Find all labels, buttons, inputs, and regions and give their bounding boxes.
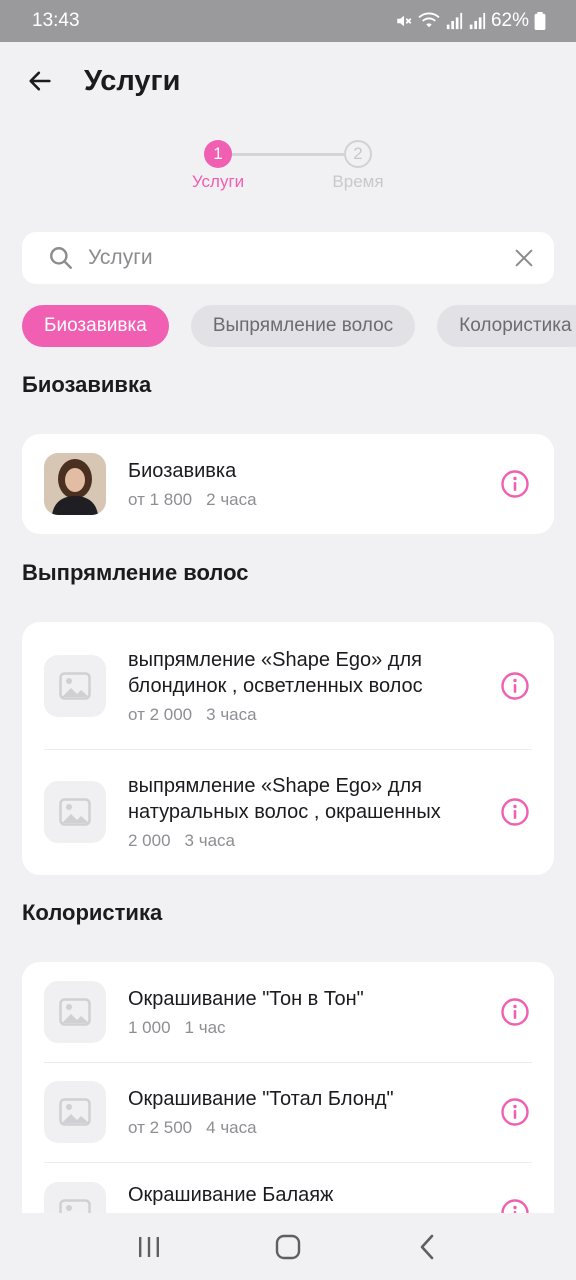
service-row[interactable]: Биозавивка от 1 800 2 часа [22,434,554,534]
info-icon [501,998,529,1026]
image-placeholder-icon [59,798,91,826]
chip-straightening[interactable]: Выпрямление волос [190,305,416,347]
service-name: выпрямление «Shape Ego» для блондинок , … [128,648,423,697]
status-bar: 13:43 62% [0,0,576,42]
search-input[interactable] [88,246,510,270]
wifi-icon [418,12,440,28]
step-time[interactable]: 2 Время [298,140,418,192]
service-meta: от 1 800 2 часа [128,490,488,510]
service-name: выпрямление «Shape Ego» для натуральных … [128,775,441,823]
info-button[interactable] [498,995,532,1029]
system-nav-bar [0,1213,576,1280]
search-icon [50,247,72,269]
step-label: Услуги [191,172,245,191]
info-icon [501,798,529,826]
image-placeholder-icon [59,1098,91,1126]
section-title: Колористика [22,900,163,925]
category-chips: Биозавивка Выпрямление волос Колористика [22,305,576,349]
section-title: Биозавивка [22,372,152,397]
nav-back-button[interactable] [397,1222,457,1272]
service-row[interactable]: выпрямление «Shape Ego» для блондинок , … [22,622,554,749]
service-info: Окрашивание "Тон в Тон" 1 000 1 час [128,986,488,1038]
app-bar: Услуги [0,42,576,120]
service-thumb [44,1081,106,1143]
service-info: выпрямление «Shape Ego» для блондинок , … [128,647,488,725]
service-info: Окрашивание "Тотал Блонд" от 2 500 4 часа [128,1086,488,1138]
step-services[interactable]: 1 Услуги [158,140,278,192]
step-number: 2 [344,140,372,168]
service-name: Окрашивание Балаяж [128,1184,334,1206]
info-button[interactable] [498,467,532,501]
step-label: Время [332,172,384,191]
info-button[interactable] [498,795,532,829]
battery-icon [534,12,546,30]
service-meta: 1 000 1 час [128,1018,488,1038]
stepper: 1 Услуги 2 Время [0,140,576,200]
chip-coloring[interactable]: Колористика [437,305,576,347]
status-icons: 62% [395,10,546,32]
service-photo [44,453,106,515]
recents-button[interactable] [119,1222,179,1272]
service-info: выпрямление «Shape Ego» для натуральных … [128,773,488,851]
service-name: Окрашивание "Тон в Тон" [128,988,364,1010]
clear-search-button[interactable] [510,244,538,272]
mute-icon [397,15,412,27]
service-row[interactable]: Окрашивание "Тон в Тон" 1 000 1 час [22,962,554,1062]
service-meta: 2 000 3 часа [128,831,488,851]
service-thumb [44,654,106,717]
info-button[interactable] [498,1095,532,1129]
service-duration: 2 часа [206,490,257,509]
service-duration: 4 часа [206,1118,257,1137]
home-icon [275,1234,301,1259]
home-button[interactable] [258,1222,318,1272]
service-card: Биозавивка от 1 800 2 часа [22,434,554,534]
recents-icon [139,1236,160,1257]
image-placeholder-icon [59,671,91,700]
step-number: 1 [204,140,232,168]
service-info: Окрашивание Балаяж [128,1182,488,1208]
search-bar [22,232,554,284]
info-icon [501,1098,529,1126]
service-thumb [44,781,106,843]
info-icon [501,470,529,498]
signal-icon-2 [469,12,486,30]
page-title: Услуги [84,64,181,97]
service-card: выпрямление «Shape Ego» для блондинок , … [22,622,554,875]
portrait-photo [44,453,106,515]
service-price: от 1 800 [128,490,193,509]
status-time: 13:43 [32,10,80,31]
info-icon [501,671,529,700]
service-thumb [44,981,106,1043]
service-info: Биозавивка от 1 800 2 часа [128,458,488,510]
service-duration: 3 часа [206,704,257,724]
battery-percent: 62% [490,10,529,31]
service-meta: от 2 500 4 часа [128,1118,488,1138]
section-title: Выпрямление волос [22,560,249,585]
info-button[interactable] [498,669,532,703]
service-price: 1 000 [128,1018,171,1037]
back-button[interactable] [22,63,58,99]
service-name: Окрашивание "Тотал Блонд" [128,1088,394,1110]
signal-icon [446,12,463,30]
service-price: 2 000 [128,831,171,850]
service-row[interactable]: выпрямление «Shape Ego» для натуральных … [22,749,554,875]
service-row[interactable]: Окрашивание "Тотал Блонд" от 2 500 4 часа [22,1062,554,1162]
service-duration: 3 часа [184,831,235,850]
service-duration: 1 час [184,1018,226,1037]
chip-biozavivka[interactable]: Биозавивка [22,305,169,347]
image-placeholder-icon [59,998,91,1026]
service-price: от 2 000 [128,704,193,724]
back-arrow-icon [29,71,51,91]
service-meta: от 2 000 3 часа [128,705,488,725]
nav-back-icon [420,1234,433,1259]
service-name: Биозавивка [128,460,237,482]
close-icon [515,249,533,267]
service-price: от 2 500 [128,1118,193,1137]
